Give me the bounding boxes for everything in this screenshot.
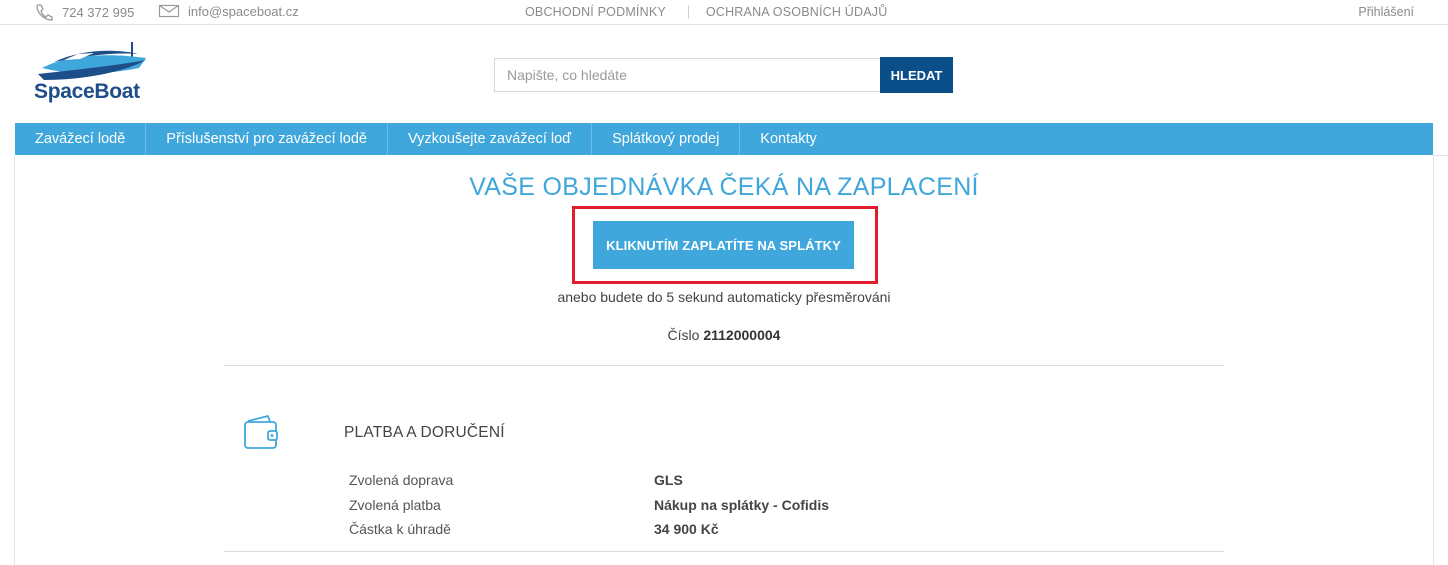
top-links: OBCHODNÍ PODMÍNKY OCHRANA OSOBNÍCH ÚDAJŮ — [525, 5, 887, 19]
divider — [224, 551, 1224, 552]
mail-icon — [158, 3, 180, 19]
email-address: info@spaceboat.cz — [188, 3, 299, 19]
content-border-right — [1433, 155, 1448, 565]
nav-item-boats[interactable]: Zavážecí lodě — [15, 123, 147, 155]
detail-label: Zvolená doprava — [349, 472, 454, 488]
detail-label: Zvolená platba — [349, 496, 441, 513]
detail-value: GLS — [654, 472, 683, 488]
login-link[interactable]: Přihlášení — [1358, 5, 1414, 19]
logo-text: SpaceBoat — [34, 80, 140, 103]
content-border-left — [14, 155, 15, 565]
phone-icon — [34, 3, 54, 21]
order-number: 2112000004 — [703, 327, 781, 343]
email-contact[interactable]: info@spaceboat.cz — [158, 3, 299, 19]
section-title: PLATBA A DORUČENÍ — [344, 424, 505, 441]
detail-label: Částka k úhradě — [349, 521, 451, 537]
order-number-line: Číslo 2112000004 — [0, 327, 1448, 343]
top-bar: 724 372 995 info@spaceboat.cz OBCHODNÍ P… — [0, 0, 1448, 25]
detail-row-payment: Zvolená platba Nákup na splátky - Cofidi… — [349, 497, 829, 522]
nav-item-contacts[interactable]: Kontakty — [740, 123, 836, 155]
privacy-link[interactable]: OCHRANA OSOBNÍCH ÚDAJŮ — [706, 5, 888, 19]
divider — [224, 365, 1224, 366]
detail-value: Nákup na splátky - Cofidis — [654, 496, 830, 513]
main-nav: Zavážecí lodě Příslušenství pro zavážecí… — [15, 123, 1433, 155]
nav-item-installment[interactable]: Splátkový prodej — [592, 123, 741, 155]
wallet-icon — [242, 413, 280, 456]
search-bar: HLEDAT — [494, 57, 953, 94]
search-button[interactable]: HLEDAT — [880, 57, 953, 93]
nav-item-try-boat[interactable]: Vyzkoušejte zavážecí loď — [388, 123, 593, 155]
logo[interactable]: SpaceBoat — [34, 40, 159, 106]
page-title: VAŠE OBJEDNÁVKA ČEKÁ NA ZAPLACENÍ — [469, 173, 979, 201]
phone-number: 724 372 995 — [62, 4, 135, 20]
detail-value: 34 900 Kč — [654, 521, 719, 537]
search-input[interactable] — [494, 58, 880, 92]
nav-item-accessories[interactable]: Příslušenství pro zavážecí lodě — [146, 123, 388, 155]
phone-contact[interactable]: 724 372 995 — [34, 3, 134, 21]
redirect-text: anebo budete do 5 sekund automaticky pře… — [557, 289, 891, 305]
divider — [687, 5, 689, 19]
detail-row-amount: Částka k úhradě 34 900 Kč — [349, 521, 829, 546]
order-number-label: Číslo — [667, 327, 700, 343]
terms-link[interactable]: OBCHODNÍ PODMÍNKY — [525, 5, 666, 19]
pay-installments-button[interactable]: KLIKNUTÍM ZAPLATÍTE NA SPLÁTKY — [593, 221, 854, 269]
detail-row-shipping: Zvolená doprava GLS — [349, 472, 829, 497]
payment-details: Zvolená doprava GLS Zvolená platba Nákup… — [349, 472, 829, 546]
